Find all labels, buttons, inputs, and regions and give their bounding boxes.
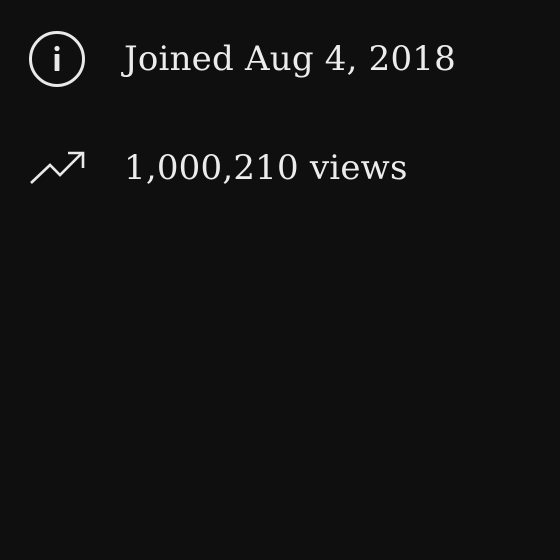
channel-stats-panel: Joined Aug 4, 2018 1,000,210 views: [0, 0, 560, 560]
view-count-text: 1,000,210 views: [124, 148, 408, 188]
view-count-row: 1,000,210 views: [28, 138, 408, 198]
joined-date-text: Joined Aug 4, 2018: [124, 39, 456, 79]
joined-date-row: Joined Aug 4, 2018: [28, 29, 456, 89]
trending-up-icon: [28, 139, 86, 197]
info-icon: [28, 30, 86, 88]
